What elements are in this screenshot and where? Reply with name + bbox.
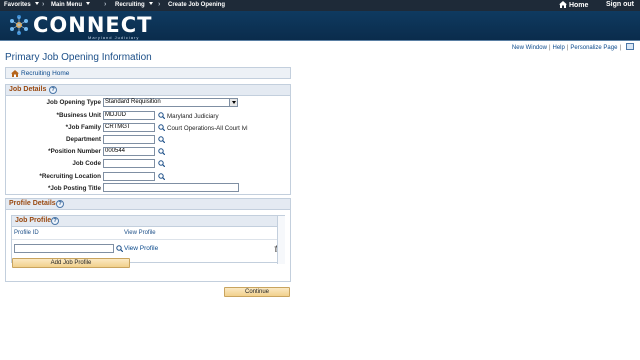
nav-separator-icon: › <box>104 1 107 8</box>
profile-id-column-header[interactable]: Profile ID <box>14 230 39 236</box>
chevron-down-icon <box>148 2 153 5</box>
link-divider: | <box>619 45 621 51</box>
profile-id-input[interactable] <box>14 244 114 253</box>
link-divider: | <box>548 45 551 51</box>
add-job-profile-button[interactable]: Add Job Profile <box>12 258 130 268</box>
profile-details-title: Profile Details <box>9 200 56 207</box>
chevron-down-icon <box>86 2 90 5</box>
business-unit-input[interactable]: MDJUD <box>103 111 155 120</box>
home-label: Home <box>568 2 589 9</box>
job-family-description: Court Operations-All Court lvl <box>167 125 248 132</box>
home-icon <box>11 70 19 77</box>
link-divider: | <box>566 45 569 51</box>
recruiting-menu[interactable]: Recruiting <box>115 2 153 8</box>
connect-logo-icon <box>10 15 28 35</box>
job-opening-type-label: Job Opening Type <box>46 99 101 106</box>
help-icon[interactable]: ? <box>56 200 64 208</box>
main-menu-label: Main Menu <box>51 2 82 8</box>
lookup-icon[interactable] <box>158 112 165 119</box>
recruiting-home-link[interactable]: Recruiting Home <box>21 70 69 77</box>
chevron-down-icon <box>34 2 39 5</box>
home-icon <box>559 1 567 8</box>
job-family-input[interactable]: CRTMGT <box>103 123 155 132</box>
help-link[interactable]: Help <box>553 45 565 51</box>
lookup-icon[interactable] <box>116 245 123 252</box>
job-profile-title: Job Profile <box>15 217 52 224</box>
job-profile-header: Job Profile ? <box>12 216 284 227</box>
business-unit-label: *Business Unit <box>56 112 101 119</box>
job-profile-grid: Job Profile ? Profile ID View Profile Vi… <box>11 215 285 264</box>
position-number-label: *Position Number <box>48 148 101 155</box>
job-posting-title-input[interactable] <box>103 183 239 192</box>
lookup-icon[interactable] <box>158 124 165 131</box>
new-window-link[interactable]: New Window <box>512 45 547 51</box>
business-unit-description: Maryland Judiciary <box>167 113 219 120</box>
job-details-header: Job Details ? <box>6 85 290 96</box>
header-banner: CONNECT Maryland Judiciary <box>0 11 640 41</box>
new-window-icon[interactable] <box>626 43 634 50</box>
recruiting-location-input[interactable] <box>103 172 155 181</box>
breadcrumb-current[interactable]: Create Job Opening <box>168 2 225 8</box>
view-profile-column-header: View Profile <box>124 230 156 236</box>
lookup-icon[interactable] <box>158 160 165 167</box>
lookup-icon[interactable] <box>158 136 165 143</box>
grid-scrollbar[interactable] <box>277 216 285 264</box>
job-posting-title-label: *Job Posting Title <box>47 185 101 192</box>
top-nav-bar: Favorites › Main Menu › Recruiting › Cre… <box>0 0 640 11</box>
continue-button[interactable]: Continue <box>224 287 290 297</box>
breadcrumb: Recruiting Home <box>5 67 291 79</box>
signout-link[interactable]: Sign out <box>606 1 634 8</box>
job-family-label: *Job Family <box>65 124 101 131</box>
dropdown-arrow-icon[interactable] <box>229 99 237 106</box>
job-opening-type-select[interactable]: Standard Requisition <box>103 98 238 107</box>
logo-subtitle: Maryland Judiciary <box>88 35 140 40</box>
job-code-label: Job Code <box>72 160 101 167</box>
profile-details-section: Profile Details ? Job Profile ? Profile … <box>5 198 291 282</box>
lookup-icon[interactable] <box>158 173 165 180</box>
personalize-page-link[interactable]: Personalize Page <box>570 45 617 51</box>
main-menu[interactable]: Main Menu <box>51 2 90 8</box>
utility-links: New Window | Help | Personalize Page | <box>512 43 634 51</box>
logo-text: CONNECT <box>33 13 153 37</box>
page-title: Primary Job Opening Information <box>5 52 152 63</box>
department-input[interactable] <box>103 135 155 144</box>
help-icon[interactable]: ? <box>51 217 59 225</box>
department-label: Department <box>66 136 101 143</box>
help-icon[interactable]: ? <box>49 86 57 94</box>
lookup-icon[interactable] <box>158 148 165 155</box>
job-details-section: Job Details ? Job Opening Type Standard … <box>5 84 291 195</box>
home-link[interactable]: Home <box>559 1 588 9</box>
recruiting-location-label: *Recruiting Location <box>39 173 101 180</box>
nav-separator-icon: › <box>158 1 161 8</box>
view-profile-link[interactable]: View Profile <box>124 245 158 252</box>
position-number-input[interactable]: 000544 <box>103 147 155 156</box>
favorites-label: Favorites <box>4 2 31 8</box>
favorites-menu[interactable]: Favorites <box>4 2 39 8</box>
job-opening-type-value: Standard Requisition <box>105 99 161 105</box>
job-details-title: Job Details <box>9 86 47 93</box>
nav-separator-icon: › <box>42 1 45 8</box>
recruiting-label: Recruiting <box>115 2 145 8</box>
job-code-input[interactable] <box>103 159 155 168</box>
grid-divider <box>12 239 284 240</box>
profile-details-header: Profile Details ? <box>6 199 290 210</box>
